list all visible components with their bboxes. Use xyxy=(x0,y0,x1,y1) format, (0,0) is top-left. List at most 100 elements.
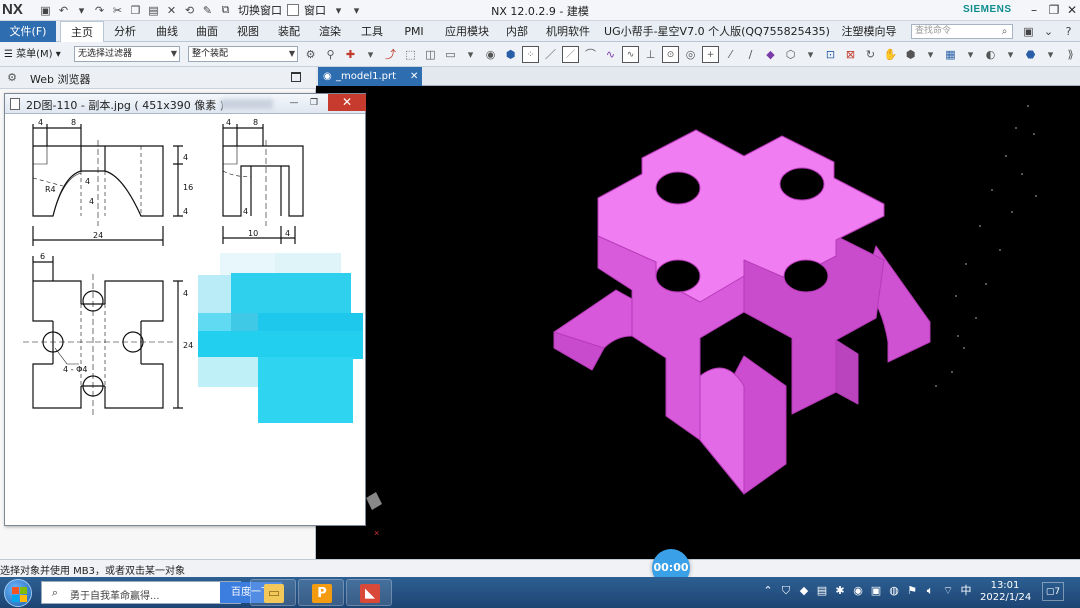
tab-home[interactable]: 主页 xyxy=(60,21,104,42)
ime-icon[interactable]: 中 xyxy=(958,583,974,599)
switch-window-label[interactable]: 切换窗口 xyxy=(238,2,282,18)
taskbar-search-box[interactable]: ⌕ 勇于自我革命赢得... 百度一下 xyxy=(41,581,282,604)
tab-model1-prt[interactable]: ◉ _model1.prt ✕ xyxy=(318,67,422,86)
close-window-button[interactable]: ✕ xyxy=(328,94,366,111)
solid-body-icon[interactable]: ⬢ xyxy=(502,46,519,63)
dropdown-icon[interactable]: ▾ xyxy=(1042,46,1059,63)
image-viewer-titlebar[interactable]: 2D图-110 - 副本.jpg ( 451x390 像素 ) — ❐ ✕ xyxy=(5,94,366,114)
select-feature-icon[interactable]: ✚ xyxy=(342,46,359,63)
curve-point-icon[interactable]: ∿ xyxy=(622,46,639,63)
pan-icon[interactable]: ✋ xyxy=(882,46,899,63)
point-on-curve-icon[interactable]: ⁄ xyxy=(722,46,739,63)
bounded-grid-icon[interactable]: ⬡ xyxy=(782,46,799,63)
tab-pmi[interactable]: PMI xyxy=(397,21,431,42)
dropdown-icon[interactable]: ▾ xyxy=(962,46,979,63)
line-icon[interactable]: ／ xyxy=(542,46,559,63)
tray-app-icon[interactable]: ⚑ xyxy=(904,583,920,599)
tab-surface[interactable]: 曲面 xyxy=(190,21,224,42)
tab-internal[interactable]: 内部 xyxy=(500,21,534,42)
notification-button[interactable]: ▢7 xyxy=(1042,582,1064,601)
search-icon[interactable]: ⌕ xyxy=(997,24,1012,39)
midpoint-icon[interactable]: ∕ xyxy=(742,46,759,63)
spline-icon[interactable]: ∿ xyxy=(602,46,619,63)
repeat-command-icon[interactable]: ⟲ xyxy=(182,3,197,18)
taskbar-powerpoint[interactable]: P xyxy=(298,579,344,606)
point-on-face-icon[interactable]: ◆ xyxy=(762,46,779,63)
visibility-icon[interactable]: ⟫ xyxy=(1062,46,1079,63)
background-icon[interactable]: ⬣ xyxy=(1022,46,1039,63)
select-body-icon[interactable]: ⬚ xyxy=(402,46,419,63)
close-icon[interactable]: ✕ xyxy=(1063,1,1080,19)
graphics-viewport[interactable]: × xyxy=(316,86,1080,559)
tab-jiming-software[interactable]: 机明软件 xyxy=(542,21,594,42)
existing-point-icon[interactable]: + xyxy=(702,46,719,63)
window-dropdown-icon[interactable]: ▾ xyxy=(331,3,346,18)
dropdown-icon[interactable]: ▾ xyxy=(922,46,939,63)
tab-curve[interactable]: 曲线 xyxy=(150,21,184,42)
tab-applications[interactable]: 应用模块 xyxy=(438,21,496,42)
maximize-panel-icon[interactable] xyxy=(291,72,301,82)
switch-window-icon[interactable]: ⧉ xyxy=(218,3,233,18)
window-layout-icon[interactable]: ▣ xyxy=(1020,23,1037,40)
3d-model-canvas[interactable]: × xyxy=(316,86,1080,559)
minimize-icon[interactable]: — xyxy=(285,96,303,111)
quadrant-point-icon[interactable]: ◎ xyxy=(682,46,699,63)
tab-render[interactable]: 渲染 xyxy=(313,21,347,42)
snap-point-icon[interactable]: ⁘ xyxy=(522,46,539,63)
tab-tools[interactable]: 工具 xyxy=(355,21,389,42)
display-mode-icon[interactable]: ▦ xyxy=(942,46,959,63)
tray-app-icon[interactable]: ▣ xyxy=(868,583,884,599)
tab-ug-helper[interactable]: UG小帮手-星空V7.0 个人版(QQ755825435) xyxy=(602,21,832,42)
tab-assembly[interactable]: 装配 xyxy=(272,21,306,42)
volume-icon[interactable]: 🔈︎ xyxy=(922,583,938,599)
cut-icon[interactable]: ✂ xyxy=(110,3,125,18)
tab-view[interactable]: 视图 xyxy=(231,21,265,42)
copy-icon[interactable]: ❐ xyxy=(128,3,143,18)
tray-app-icon[interactable]: ◍ xyxy=(886,583,902,599)
tab-mold-wizard[interactable]: 注塑模向导 xyxy=(836,21,902,42)
taskbar-clock[interactable]: 13:01 2022/1/24 xyxy=(980,580,1031,604)
view-orientation-icon[interactable]: ⬢ xyxy=(902,46,919,63)
hide-icon[interactable]: ◉ xyxy=(482,46,499,63)
shield-icon[interactable]: ⛉ xyxy=(778,583,794,599)
expand-ribbon-icon[interactable]: ⌄ xyxy=(1040,23,1057,40)
endpoint-icon[interactable]: ／ xyxy=(562,46,579,63)
view-fit-icon[interactable]: ⊡ xyxy=(822,46,839,63)
cross-block-model[interactable] xyxy=(553,129,931,495)
dropdown-icon[interactable]: ▾ xyxy=(362,46,379,63)
delete-icon[interactable]: ✕ xyxy=(164,3,179,18)
dropdown-icon[interactable]: ▾ xyxy=(1002,46,1019,63)
restore-icon[interactable]: ❐ xyxy=(305,96,323,111)
section-view-icon[interactable]: ◐ xyxy=(982,46,999,63)
restore-icon[interactable]: ❐ xyxy=(1045,1,1063,19)
window-label[interactable]: 窗口 xyxy=(304,2,326,18)
paste-icon[interactable]: ▤ xyxy=(146,3,161,18)
taskbar-file-explorer[interactable]: ▭ xyxy=(250,579,296,606)
tray-app-icon[interactable]: ◆ xyxy=(796,583,812,599)
image-viewer-window[interactable]: 2D图-110 - 副本.jpg ( 451x390 像素 ) — ❐ ✕ 4 … xyxy=(4,93,366,526)
settings-icon[interactable]: ⚙ xyxy=(302,46,319,63)
close-tab-icon[interactable]: ✕ xyxy=(410,67,418,86)
taskbar-nx[interactable]: ◣ xyxy=(346,579,392,606)
start-button[interactable] xyxy=(4,579,32,607)
minimize-icon[interactable]: – xyxy=(1025,1,1043,19)
redo-icon[interactable]: ↷ xyxy=(92,3,107,18)
select-edge-icon[interactable]: ⤴ xyxy=(382,46,399,63)
selection-filter-select[interactable]: 无选择过滤器 ▼ xyxy=(74,46,180,62)
tray-app-icon[interactable]: ◉ xyxy=(850,583,866,599)
undo-dropdown-icon[interactable]: ▾ xyxy=(74,3,89,18)
wifi-icon[interactable]: ⌔ xyxy=(940,583,956,599)
assembly-scope-select[interactable]: 整个装配 ▼ xyxy=(188,46,298,62)
undo-icon[interactable]: ↶ xyxy=(56,3,71,18)
customize-qa-icon[interactable]: ▾ xyxy=(349,3,364,18)
dropdown-icon[interactable]: ▾ xyxy=(462,46,479,63)
bluetooth-icon[interactable]: ✱ xyxy=(832,583,848,599)
help-icon[interactable]: ? xyxy=(1060,23,1077,40)
network-icon[interactable]: ▤ xyxy=(814,583,830,599)
rectangle-select-icon[interactable]: ▭ xyxy=(442,46,459,63)
touch-mode-icon[interactable]: ✎ xyxy=(200,3,215,18)
main-menu-button[interactable]: ☰ 菜单(M) ▾ xyxy=(4,46,61,63)
filter-icon[interactable]: ⚲ xyxy=(322,46,339,63)
arc-icon[interactable]: ⌒ xyxy=(582,46,599,63)
save-icon[interactable]: ▣ xyxy=(38,3,53,18)
